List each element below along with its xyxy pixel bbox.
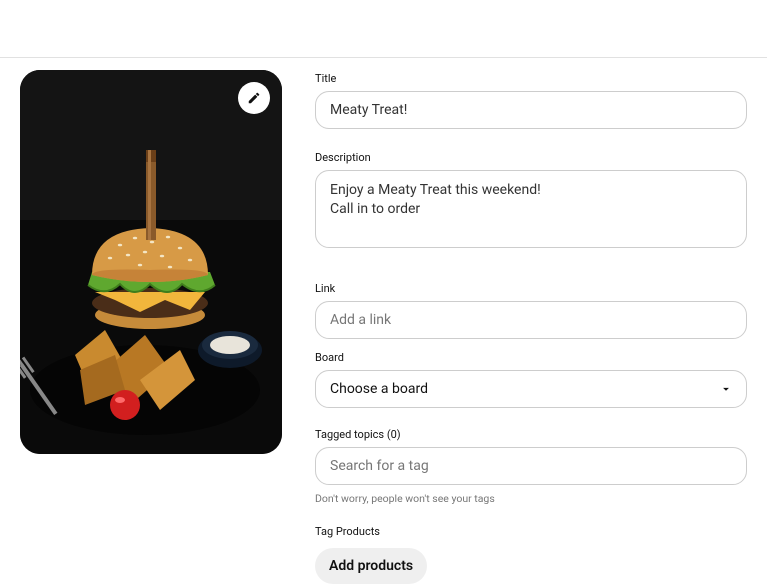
form-column: Title Description Link Board Choose a bo…	[315, 70, 767, 584]
pin-editor: Title Description Link Board Choose a bo…	[0, 58, 767, 584]
description-input[interactable]	[315, 170, 747, 248]
tagged-topics-label: Tagged topics (0)	[315, 428, 747, 441]
add-products-button[interactable]: Add products	[315, 548, 427, 584]
tag-search-input[interactable]	[315, 447, 747, 485]
link-label: Link	[315, 282, 747, 295]
top-bar	[0, 0, 767, 58]
board-label: Board	[315, 351, 747, 364]
description-label: Description	[315, 151, 747, 164]
title-input[interactable]	[315, 91, 747, 129]
pencil-icon	[247, 91, 261, 105]
link-input[interactable]	[315, 301, 747, 339]
preview-column	[20, 70, 285, 584]
edit-image-button[interactable]	[238, 82, 270, 114]
pin-image-preview[interactable]	[20, 70, 282, 454]
board-select[interactable]: Choose a board	[315, 370, 747, 408]
title-label: Title	[315, 72, 747, 85]
tag-products-label: Tag Products	[315, 525, 747, 538]
pin-image	[20, 70, 282, 454]
tag-helper-text: Don't worry, people won't see your tags	[315, 492, 747, 505]
